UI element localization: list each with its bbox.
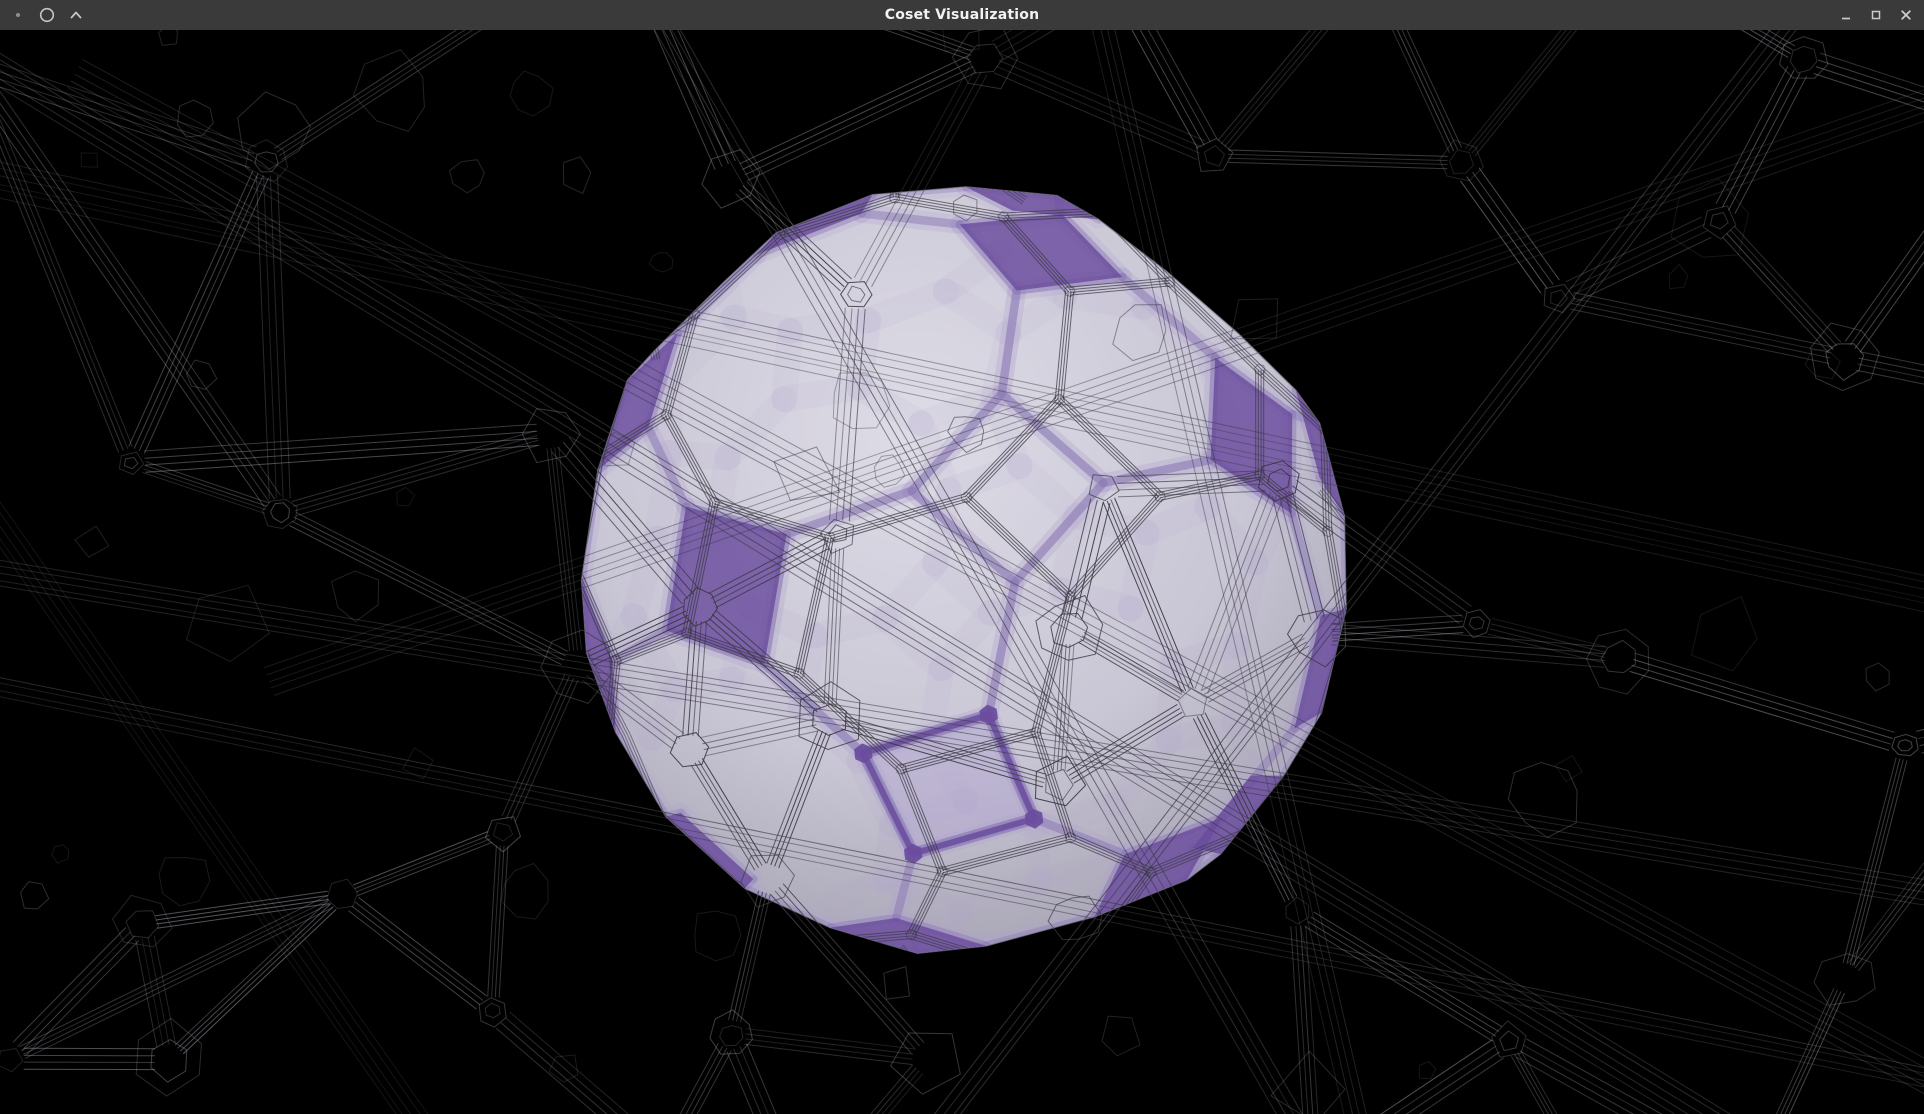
minimize-button[interactable] — [1832, 2, 1860, 28]
viewport — [0, 30, 1924, 1114]
window-controls — [1832, 0, 1920, 30]
visualization-canvas[interactable] — [0, 30, 1924, 1114]
close-button[interactable] — [1892, 2, 1920, 28]
app-window: Coset Visualization — [0, 0, 1924, 1114]
maximize-button[interactable] — [1862, 2, 1890, 28]
window-title: Coset Visualization — [0, 0, 1924, 30]
titlebar: Coset Visualization — [0, 0, 1924, 30]
